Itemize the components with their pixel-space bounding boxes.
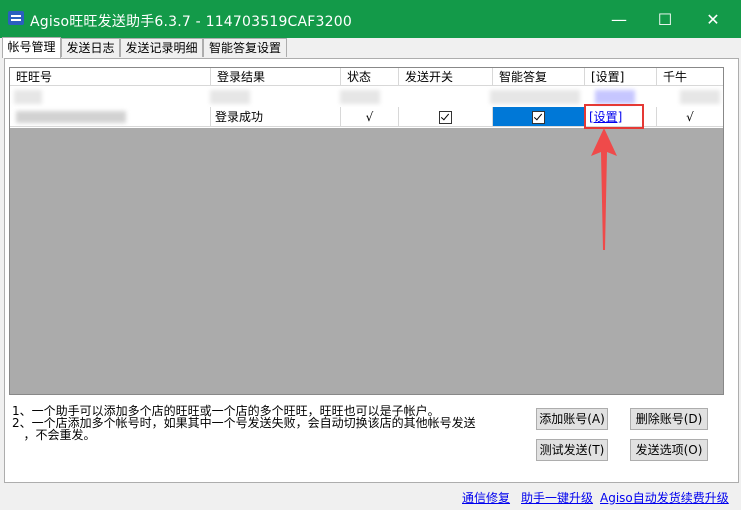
footer-bar: 通信修复 助手一键升级 Agiso自动发货续费升级 [0, 482, 741, 510]
tab-smart-reply-settings[interactable]: 智能答复设置 [203, 38, 287, 57]
chat-app-icon [8, 11, 24, 25]
column-header-settings[interactable]: [设置] [585, 68, 657, 86]
tab-send-log[interactable]: 发送日志 [61, 38, 120, 57]
account-cell[interactable] [10, 107, 211, 127]
highlight-annotation-box [584, 104, 644, 129]
app-window: Agiso旺旺发送助手6.3.7 - 114703519CAF3200 — ☐ … [0, 0, 741, 510]
delete-account-button[interactable]: 删除账号(D) [630, 408, 708, 430]
send-switch-checkbox[interactable] [439, 111, 452, 124]
column-header-account[interactable]: 旺旺号 [10, 68, 211, 86]
tab-account-management[interactable]: 帐号管理 [2, 37, 61, 58]
column-header-qianniu[interactable]: 千牛 [657, 68, 723, 86]
redacted-content [595, 90, 635, 104]
help-notes: 1、一个助手可以添加多个店的旺旺或一个店的多个旺旺，旺旺也可以是子帐户。 2、一… [12, 405, 512, 441]
redacted-content [210, 90, 250, 104]
qianniu-cell: √ [657, 107, 723, 127]
redacted-content [680, 90, 720, 104]
column-header-send-switch[interactable]: 发送开关 [399, 68, 493, 86]
qianniu-check-mark: √ [686, 110, 694, 124]
send-switch-cell[interactable] [399, 107, 493, 127]
close-button[interactable]: ✕ [690, 0, 736, 38]
send-options-button[interactable]: 发送选项(O) [630, 439, 708, 461]
redacted-content [14, 90, 42, 104]
redacted-account-name [16, 111, 126, 123]
maximize-button[interactable]: ☐ [642, 0, 688, 38]
redacted-content [340, 90, 380, 104]
annotation-arrow-icon [591, 128, 617, 250]
test-send-button[interactable]: 测试发送(T) [536, 439, 608, 461]
communication-repair-link[interactable]: 通信修复 [462, 489, 510, 506]
redacted-content [490, 90, 580, 104]
column-header-smart-reply[interactable]: 智能答复 [493, 68, 585, 86]
grid-header: 旺旺号 登录结果 状态 发送开关 智能答复 [设置] 千牛 [10, 68, 723, 87]
window-title: Agiso旺旺发送助手6.3.7 - 114703519CAF3200 [30, 14, 352, 30]
minimize-button[interactable]: — [596, 0, 642, 38]
column-header-status[interactable]: 状态 [341, 68, 399, 86]
status-check-mark: √ [365, 110, 374, 124]
assistant-upgrade-link[interactable]: 助手一键升级 [521, 489, 593, 506]
tab-send-record-details[interactable]: 发送记录明细 [120, 38, 203, 57]
smart-reply-checkbox[interactable] [532, 111, 545, 124]
agiso-renew-link[interactable]: Agiso自动发货续费升级 [600, 489, 729, 506]
help-note-line: ，不会重发。 [12, 428, 96, 442]
title-bar[interactable]: Agiso旺旺发送助手6.3.7 - 114703519CAF3200 — ☐ … [0, 0, 741, 38]
status-cell: √ [341, 107, 399, 127]
login-result-cell: 登录成功 [211, 107, 341, 127]
smart-reply-cell[interactable] [493, 107, 585, 127]
column-header-login-result[interactable]: 登录结果 [211, 68, 341, 86]
add-account-button[interactable]: 添加账号(A) [536, 408, 608, 430]
